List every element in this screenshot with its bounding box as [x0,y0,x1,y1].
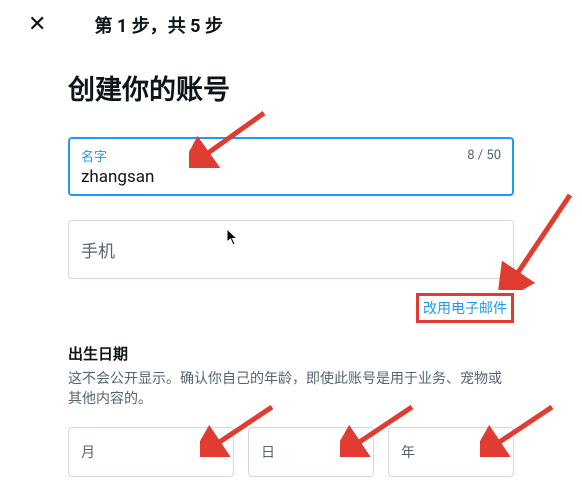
header: ✕ 第 1 步，共 5 步 [28,12,554,50]
annotation-highlight: 改用电子邮件 [416,293,514,323]
close-icon[interactable]: ✕ [28,14,46,36]
month-select-label: 月 [81,442,95,462]
month-select[interactable]: 月 [68,427,234,477]
dob-description: 这不会公开显示。确认你自己的年龄，即使此账号是用于业务、宠物或其他内容的。 [68,370,514,409]
chevron-down-icon [485,447,501,457]
name-field-value: zhangsan [81,167,501,187]
phone-field-placeholder: 手机 [81,229,501,270]
name-field-label: 名字 [81,146,107,165]
name-field[interactable]: 名字 8 / 50 zhangsan [68,137,514,196]
dob-title: 出生日期 [68,343,514,364]
phone-field[interactable]: 手机 [68,220,514,279]
chevron-down-icon [345,447,361,457]
day-select-label: 日 [261,442,275,462]
name-field-counter: 8 / 50 [467,148,501,163]
use-email-link[interactable]: 改用电子邮件 [423,298,507,318]
day-select[interactable]: 日 [248,427,374,477]
year-select-label: 年 [401,442,415,462]
chevron-down-icon [205,447,221,457]
year-select[interactable]: 年 [388,427,514,477]
page-title: 创建你的账号 [68,68,514,107]
step-indicator: 第 1 步，共 5 步 [94,12,223,38]
